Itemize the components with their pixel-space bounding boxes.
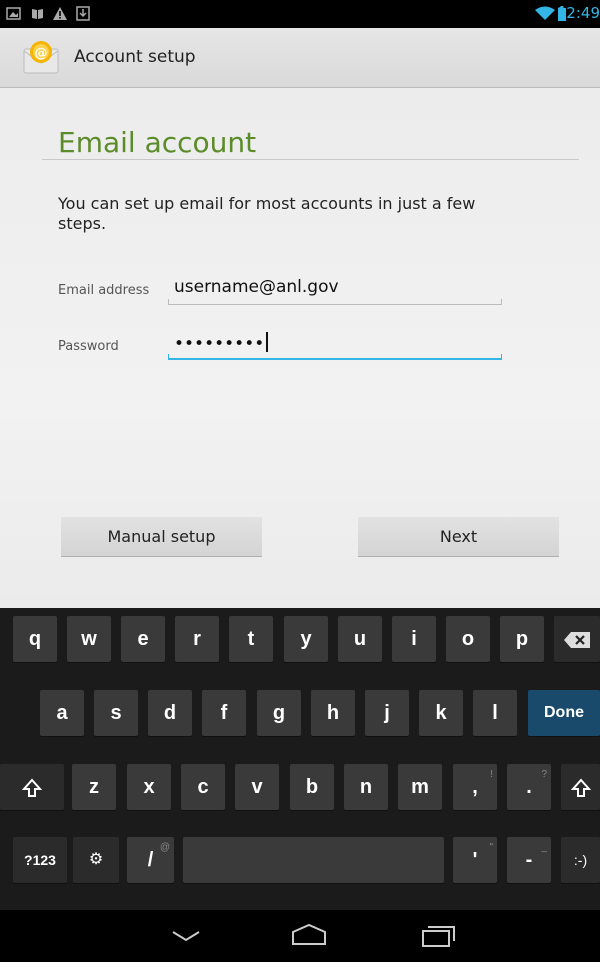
- key-comma-label: ,: [472, 776, 478, 798]
- text-cursor: [266, 332, 269, 352]
- next-button[interactable]: Next: [358, 517, 559, 557]
- key-apostrophe-label: ': [472, 849, 478, 871]
- key-t[interactable]: t: [229, 616, 273, 662]
- backspace-key[interactable]: [554, 616, 600, 662]
- done-key[interactable]: Done: [528, 690, 600, 736]
- status-bar: 12:49: [0, 0, 600, 28]
- email-value: username@anl.gov: [174, 277, 339, 297]
- account-setup-form: Email account You can set up email for m…: [0, 88, 600, 608]
- wifi-icon: [535, 6, 555, 20]
- svg-text:@: @: [35, 46, 48, 61]
- key-f[interactable]: f: [202, 690, 246, 736]
- key-r[interactable]: r: [175, 616, 219, 662]
- download-icon: [76, 6, 90, 21]
- smiley-key[interactable]: :-): [561, 837, 600, 883]
- key-x[interactable]: x: [127, 764, 171, 810]
- password-underline: [168, 354, 502, 360]
- space-key[interactable]: [183, 837, 444, 883]
- key-s[interactable]: s: [94, 690, 138, 736]
- warning-icon: [53, 7, 67, 20]
- shift-key-left[interactable]: [0, 764, 64, 810]
- email-icon[interactable]: @: [22, 39, 60, 77]
- password-value: •••••••••: [174, 334, 265, 354]
- settings-key[interactable]: ⚙: [73, 837, 119, 883]
- navigation-bar: [0, 910, 600, 962]
- key-comma[interactable]: , !: [453, 764, 497, 810]
- key-apostrophe-hint: ": [489, 842, 493, 853]
- book-icon: [32, 9, 43, 19]
- key-y[interactable]: y: [284, 616, 328, 662]
- key-w[interactable]: w: [67, 616, 111, 662]
- home-icon[interactable]: [290, 922, 328, 948]
- action-bar-title: Account setup: [74, 47, 196, 67]
- page-title: Email account: [58, 126, 257, 159]
- intro-text: You can set up email for most accounts i…: [58, 194, 476, 233]
- key-k[interactable]: k: [419, 690, 463, 736]
- key-p[interactable]: p: [500, 616, 544, 662]
- key-v[interactable]: v: [235, 764, 279, 810]
- key-a[interactable]: a: [40, 690, 84, 736]
- backspace-icon: [564, 631, 590, 648]
- key-n[interactable]: n: [344, 764, 388, 810]
- key-c[interactable]: c: [181, 764, 225, 810]
- key-apostrophe[interactable]: ' ": [453, 837, 497, 883]
- shift-icon: [21, 778, 43, 797]
- action-bar: @ Account setup: [0, 28, 600, 88]
- key-j[interactable]: j: [365, 690, 409, 736]
- key-g[interactable]: g: [257, 690, 301, 736]
- key-slash-hint: @: [159, 842, 170, 853]
- key-period[interactable]: . ?: [507, 764, 551, 810]
- key-m[interactable]: m: [398, 764, 442, 810]
- key-q[interactable]: q: [13, 616, 57, 662]
- manual-setup-button[interactable]: Manual setup: [61, 517, 262, 557]
- key-d[interactable]: d: [148, 690, 192, 736]
- key-dash[interactable]: - _: [507, 837, 551, 883]
- key-b[interactable]: b: [290, 764, 334, 810]
- key-i[interactable]: i: [392, 616, 436, 662]
- key-period-hint: ?: [541, 769, 547, 780]
- key-dash-label: -: [525, 849, 533, 871]
- soft-keyboard: q w e r t y u i o p a s d f g h j k l Do…: [0, 608, 600, 910]
- key-u[interactable]: u: [338, 616, 382, 662]
- key-l[interactable]: l: [473, 690, 517, 736]
- settings-icon: ⚙: [88, 851, 104, 868]
- recent-apps-icon[interactable]: [418, 922, 458, 948]
- key-period-label: .: [526, 776, 532, 798]
- clock: 12:49: [556, 4, 600, 22]
- key-o[interactable]: o: [446, 616, 490, 662]
- key-z[interactable]: z: [72, 764, 116, 810]
- key-dash-hint: _: [541, 842, 547, 853]
- title-divider: [42, 159, 579, 160]
- symbols-key[interactable]: ?123: [13, 837, 67, 883]
- key-comma-hint: !: [490, 769, 493, 780]
- shift-key-right[interactable]: [561, 764, 600, 810]
- key-slash[interactable]: / @: [127, 837, 174, 883]
- email-label: Email address: [58, 283, 150, 298]
- password-label: Password: [58, 339, 119, 354]
- key-slash-label: /: [147, 849, 154, 871]
- gallery-icon: [6, 7, 21, 20]
- email-underline: [168, 299, 502, 305]
- key-h[interactable]: h: [311, 690, 355, 736]
- back-chevron-icon[interactable]: [170, 922, 202, 948]
- key-e[interactable]: e: [121, 616, 165, 662]
- shift-icon: [570, 778, 591, 797]
